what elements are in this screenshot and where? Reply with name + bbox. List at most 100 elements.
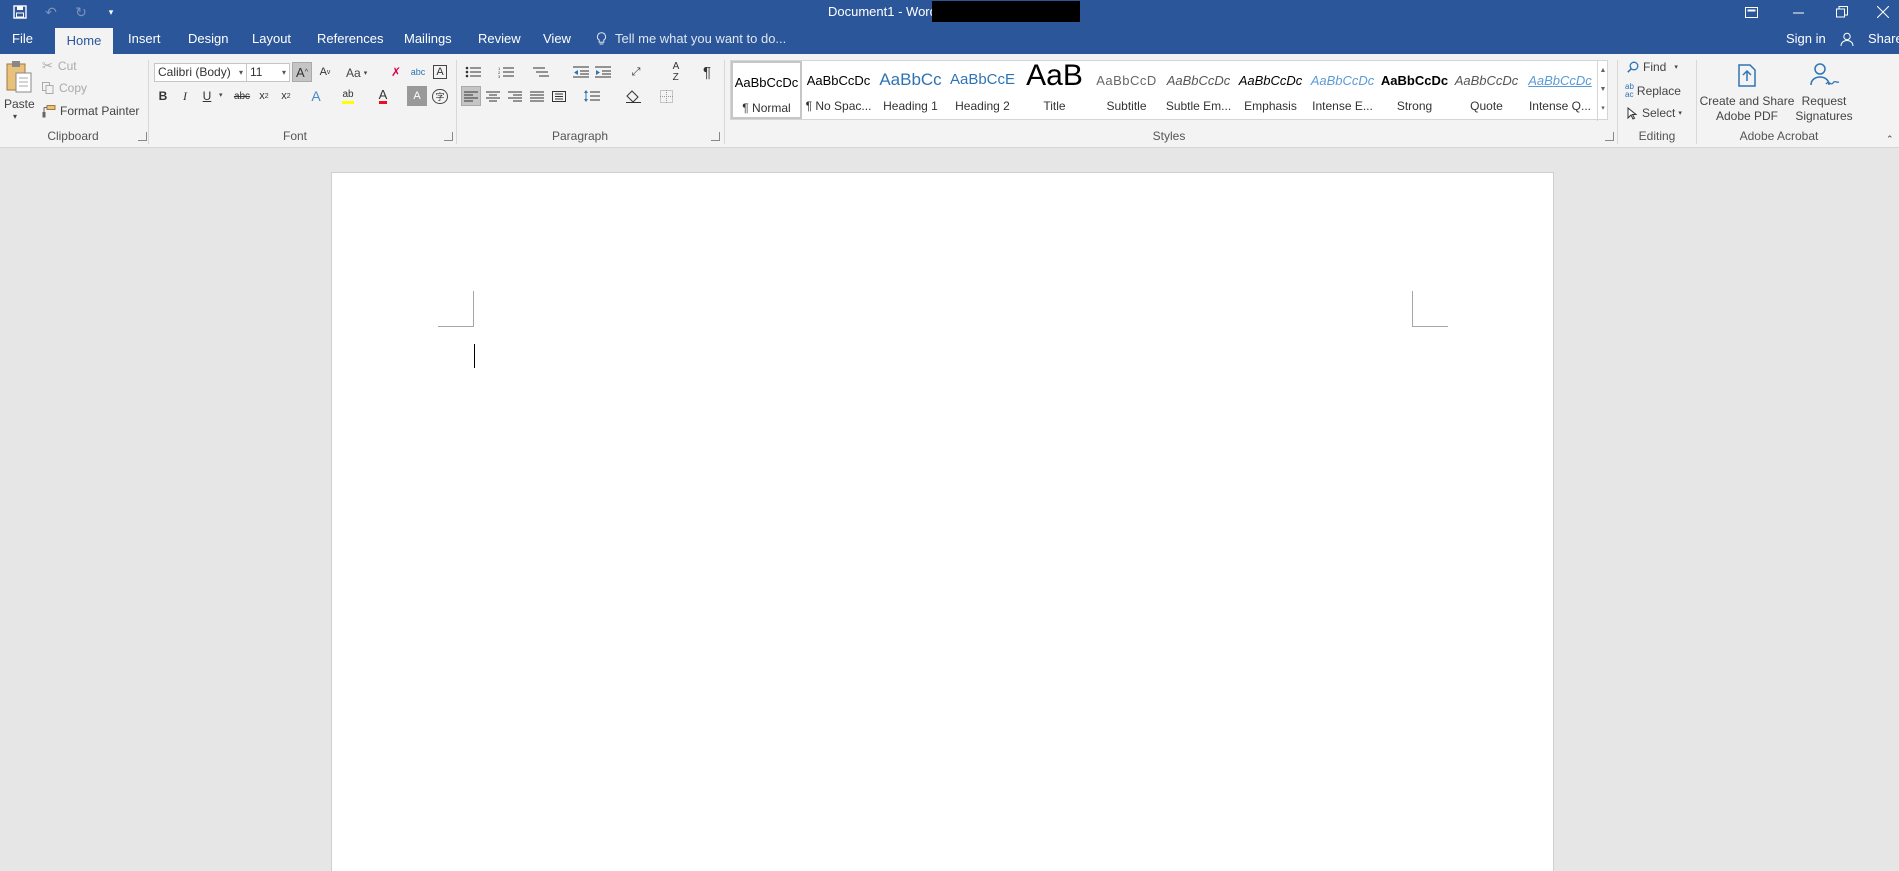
strikethrough-icon[interactable]: abc — [232, 86, 252, 106]
line-spacing-icon[interactable] — [582, 86, 602, 106]
style-strong[interactable]: AaBbCcDc Strong — [1379, 61, 1450, 119]
collapse-ribbon-icon[interactable]: ⌃ — [1886, 134, 1894, 145]
share-button[interactable]: Share — [1864, 24, 1899, 54]
style-subtitle[interactable]: AaBbCcD Subtitle — [1091, 61, 1162, 119]
show-hide-formatting-icon[interactable]: ¶ — [697, 62, 717, 82]
underline-icon[interactable]: U — [197, 86, 217, 106]
share-person-icon[interactable] — [1840, 32, 1854, 46]
decrease-indent-icon[interactable] — [571, 62, 591, 82]
shrink-font-icon[interactable]: Av — [315, 62, 335, 82]
find-button[interactable]: Find ▾ — [1627, 60, 1678, 74]
superscript-icon[interactable]: x2 — [276, 86, 296, 106]
multilevel-list-icon[interactable] — [531, 62, 551, 82]
styles-dialog-launcher[interactable] — [1605, 132, 1614, 141]
style-subtle-emphasis[interactable]: AaBbCcDc Subtle Em... — [1163, 61, 1234, 119]
font-size-combo[interactable]: 11 ▾ — [246, 63, 290, 82]
request-signatures-icon[interactable] — [1808, 62, 1840, 88]
document-page[interactable] — [331, 172, 1554, 871]
paste-dropdown-arrow[interactable]: ▾ — [13, 112, 17, 121]
style-label: Heading 2 — [955, 99, 1010, 113]
select-button[interactable]: Select ▾ — [1627, 106, 1682, 120]
more-styles-icon[interactable]: ▾ — [1598, 99, 1608, 118]
italic-icon[interactable]: I — [175, 86, 195, 106]
close-icon[interactable] — [1868, 0, 1898, 24]
style-label: Intense Q... — [1528, 99, 1592, 113]
text-effects-icon[interactable]: A — [306, 86, 326, 106]
tab-design[interactable]: Design — [178, 24, 238, 54]
chevron-down-icon[interactable]: ▾ — [282, 64, 286, 81]
grow-font-icon[interactable]: A ^ — [292, 62, 312, 82]
save-icon[interactable] — [5, 0, 35, 24]
tab-view[interactable]: View — [533, 24, 581, 54]
ribbon-display-options-icon[interactable] — [1735, 0, 1767, 24]
font-name-combo[interactable]: Calibri (Body) ▾ — [154, 63, 247, 82]
tab-file[interactable]: File — [2, 24, 43, 54]
align-center-icon[interactable] — [483, 86, 503, 106]
style-intense-emphasis[interactable]: AaBbCcDc Intense E... — [1307, 61, 1378, 119]
font-dialog-launcher[interactable] — [444, 132, 453, 141]
copy-button[interactable]: Copy — [42, 81, 87, 95]
subscript-icon[interactable]: x2 — [254, 86, 274, 106]
style-heading-2[interactable]: AaBbCcE Heading 2 — [947, 61, 1018, 119]
tab-insert[interactable]: Insert — [118, 24, 171, 54]
replace-button[interactable]: ab ac Replace — [1625, 83, 1681, 99]
format-painter-label: Format Painter — [60, 104, 140, 118]
enclose-characters-icon[interactable]: 字 — [430, 86, 450, 106]
highlight-icon[interactable]: ab — [338, 86, 358, 106]
style-heading-1[interactable]: AaBbCc Heading 1 — [875, 61, 946, 119]
numbering-icon[interactable]: 123 — [496, 62, 516, 82]
clipboard-paste-icon[interactable] — [5, 60, 33, 94]
style-label: Strong — [1396, 99, 1433, 113]
restore-icon[interactable] — [1826, 0, 1858, 24]
tab-references[interactable]: References — [307, 24, 393, 54]
change-case-button[interactable]: Aa ▾ — [346, 66, 367, 80]
chevron-down-icon[interactable]: ▾ — [239, 64, 243, 81]
character-shading-icon[interactable]: A — [407, 86, 427, 106]
style-title[interactable]: AaB Title — [1019, 59, 1090, 119]
tab-review[interactable]: Review — [468, 24, 531, 54]
minimize-icon[interactable] — [1782, 0, 1814, 24]
phonetic-guide-icon[interactable]: abc — [408, 62, 428, 82]
clipboard-dialog-launcher[interactable] — [138, 132, 147, 141]
style-intense-quote[interactable]: AaBbCcDc Intense Q... — [1523, 61, 1597, 119]
align-right-icon[interactable] — [505, 86, 525, 106]
chevron-up-icon[interactable]: ▲ — [1598, 61, 1608, 80]
editing-group-label: Editing — [1638, 129, 1676, 143]
style-preview: AaBbCcDc — [1166, 73, 1231, 88]
distributed-icon[interactable] — [549, 86, 569, 106]
font-color-icon[interactable]: A — [373, 86, 393, 106]
cut-button[interactable]: ✂ Cut — [42, 58, 77, 74]
request-signatures-button[interactable]: Request Signatures — [1795, 94, 1852, 124]
align-left-icon[interactable] — [461, 86, 481, 106]
borders-icon[interactable] — [656, 86, 676, 106]
character-border-icon[interactable]: A — [430, 62, 450, 82]
style-emphasis[interactable]: AaBbCcDc Emphasis — [1235, 61, 1306, 119]
styles-scrollbar[interactable]: ▲ ▼ ▾ — [1597, 61, 1608, 121]
customize-qat-icon[interactable]: ▾ — [98, 0, 124, 24]
paragraph-dialog-launcher[interactable] — [711, 132, 720, 141]
asian-layout-icon[interactable]: ⤢ — [626, 62, 646, 82]
sort-icon[interactable]: AZ — [666, 61, 686, 83]
increase-indent-icon[interactable] — [593, 62, 613, 82]
bold-icon[interactable]: B — [153, 86, 173, 106]
style-no-spacing[interactable]: AaBbCcDc ¶ No Spac... — [803, 61, 874, 119]
format-painter-button[interactable]: Format Painter — [42, 104, 139, 118]
create-share-pdf-button[interactable]: Create and Share Adobe PDF — [1700, 94, 1795, 124]
tell-me-search[interactable]: Tell me what you want to do... — [615, 24, 786, 54]
style-normal[interactable]: AaBbCcDc ¶ Normal — [731, 61, 802, 119]
sign-in-link[interactable]: Sign in — [1776, 24, 1836, 54]
style-quote[interactable]: AaBbCcDc Quote — [1451, 61, 1522, 119]
undo-icon[interactable]: ↶ — [36, 0, 66, 24]
create-pdf-icon[interactable] — [1734, 62, 1760, 88]
justify-icon[interactable] — [527, 86, 547, 106]
shading-bucket-icon[interactable] — [623, 86, 643, 106]
redo-icon[interactable]: ↻ — [66, 0, 96, 24]
paste-button[interactable]: Paste — [4, 97, 35, 111]
tab-home[interactable]: Home — [55, 28, 113, 54]
chevron-down-icon[interactable]: ▼ — [1598, 80, 1608, 99]
chevron-down-icon[interactable]: ▾ — [219, 91, 223, 99]
bullets-icon[interactable] — [463, 62, 483, 82]
tab-mailings[interactable]: Mailings — [394, 24, 462, 54]
tab-layout[interactable]: Layout — [242, 24, 301, 54]
clear-formatting-icon[interactable]: ✗ — [386, 62, 406, 82]
